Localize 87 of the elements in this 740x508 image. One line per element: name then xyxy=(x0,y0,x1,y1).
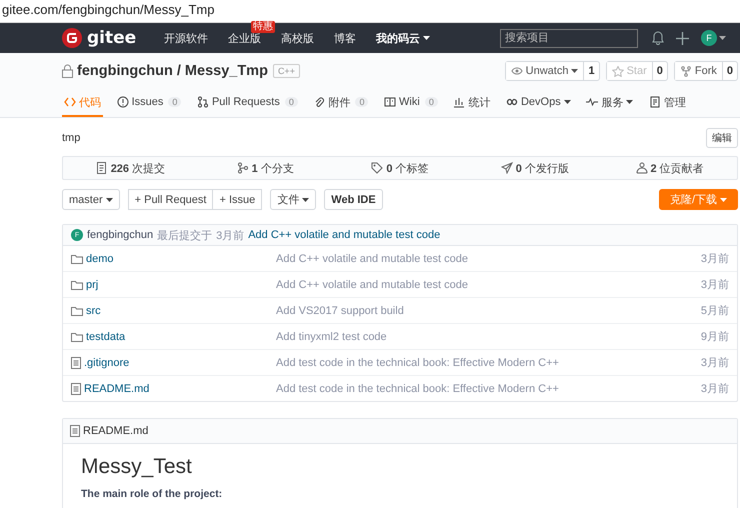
caret-icon xyxy=(106,198,113,202)
folder-icon xyxy=(71,254,83,264)
folder-icon xyxy=(71,306,83,316)
create-button[interactable]: + Issue xyxy=(213,189,262,210)
commit-time: 3月前 xyxy=(216,228,244,242)
infinity-icon xyxy=(506,96,518,108)
stat-link[interactable]: 1 个分支 xyxy=(252,160,294,176)
modified-time: 3月前 xyxy=(700,278,729,292)
address-bar-url[interactable]: gitee.com/fengbingchun/Messy_Tmp xyxy=(0,2,214,17)
repo-tab[interactable]: Wiki 0 xyxy=(382,89,440,117)
promo-badge: 特惠 xyxy=(251,20,276,32)
file-icon xyxy=(71,356,81,368)
logo-text[interactable]: gitee xyxy=(87,28,136,48)
repo-tab[interactable]: 服务 xyxy=(584,89,636,117)
star-icon xyxy=(612,66,624,76)
file-icon xyxy=(70,425,80,437)
file-name-link[interactable]: testdata xyxy=(86,330,126,342)
repo-tab[interactable]: 统计 xyxy=(451,89,492,117)
branch-dropdown[interactable]: master xyxy=(62,189,120,210)
action-count[interactable]: 1 xyxy=(583,62,599,80)
info-icon xyxy=(116,96,129,108)
web-ide-button[interactable]: Web IDE xyxy=(324,189,383,210)
commit-icon xyxy=(96,162,108,174)
stat-link[interactable]: 0 个发行版 xyxy=(516,160,569,176)
commit-author[interactable]: fengbingchun xyxy=(87,229,154,241)
nav-link[interactable]: 企业版 xyxy=(228,30,262,46)
file-name-link[interactable]: .gitignore xyxy=(84,356,130,368)
repo-tab[interactable]: 附件 0 xyxy=(311,89,370,117)
modified-time: 5月前 xyxy=(700,304,729,318)
pulse-icon xyxy=(586,96,598,108)
repo-tab[interactable]: 管理 xyxy=(646,89,688,117)
readme-filename: README.md xyxy=(83,425,148,437)
file-name-link[interactable]: src xyxy=(86,304,101,316)
modified-time: 9月前 xyxy=(700,330,729,344)
nav-link[interactable]: 博客 xyxy=(334,30,356,46)
people-icon xyxy=(636,162,648,174)
logo-icon xyxy=(62,28,82,48)
eye-icon xyxy=(510,66,523,76)
folder-icon xyxy=(71,332,83,342)
book-icon xyxy=(384,96,396,108)
bar-chart-icon xyxy=(453,96,466,108)
bell-icon[interactable] xyxy=(652,31,664,45)
action-count[interactable]: 0 xyxy=(722,62,737,80)
repo-tab[interactable]: DevOps xyxy=(504,89,573,117)
code-icon xyxy=(64,96,76,108)
caret-icon xyxy=(720,198,727,202)
plus-icon[interactable] xyxy=(676,32,689,44)
edit-button[interactable]: 编辑 xyxy=(706,128,738,148)
create-button[interactable]: + Pull Request xyxy=(128,189,214,210)
commit-label: 最后提交于 xyxy=(157,228,212,242)
readme-heading: Messy_Test xyxy=(81,454,193,480)
document-icon xyxy=(648,96,661,108)
fork-icon xyxy=(680,66,692,76)
modified-time: 3月前 xyxy=(700,382,729,396)
tag-icon xyxy=(371,162,384,174)
paperclip-icon xyxy=(313,96,326,108)
branch-icon xyxy=(236,162,249,174)
repo-tab[interactable]: Pull Requests 0 xyxy=(194,89,300,117)
tab-count: 0 xyxy=(284,97,298,107)
file-name-link[interactable]: prj xyxy=(86,278,98,290)
commit-message-link[interactable]: Add C++ volatile and mutable test code xyxy=(248,229,440,241)
file-dropdown[interactable]: 文件 xyxy=(270,189,316,210)
tab-count: 0 xyxy=(355,97,368,107)
send-icon xyxy=(500,162,513,174)
caret-icon xyxy=(719,36,726,40)
stat-link[interactable]: 2 位贡献者 xyxy=(650,160,704,176)
nav-link[interactable]: 我的码云 xyxy=(376,30,430,46)
language-tag: C++ xyxy=(272,64,300,78)
caret-icon xyxy=(302,198,310,202)
search-field[interactable]: 搜索项目 xyxy=(500,28,638,48)
tab-count: 0 xyxy=(424,97,438,107)
stat-link[interactable]: 0 个标签 xyxy=(386,160,429,176)
merge-icon xyxy=(196,96,209,108)
repo-description: tmp xyxy=(62,132,80,144)
file-name-link[interactable]: README.md xyxy=(84,382,150,394)
file-icon xyxy=(71,382,81,394)
repo-tab[interactable]: Issues 0 xyxy=(114,89,184,117)
repository-title[interactable]: fengbingchun / Messy_Tmp xyxy=(77,63,268,79)
file-name-link[interactable]: demo xyxy=(86,252,114,264)
stat-link[interactable]: 226 次提交 xyxy=(110,160,166,176)
nav-link[interactable]: 开源软件 xyxy=(164,30,208,46)
nav-link[interactable]: 高校版 xyxy=(281,30,314,46)
readme-subheading: The main role of the project: xyxy=(81,488,224,501)
tab-count: 0 xyxy=(168,97,182,107)
modified-time: 3月前 xyxy=(700,252,729,266)
folder-icon xyxy=(71,280,83,290)
modified-time: 3月前 xyxy=(700,356,729,370)
